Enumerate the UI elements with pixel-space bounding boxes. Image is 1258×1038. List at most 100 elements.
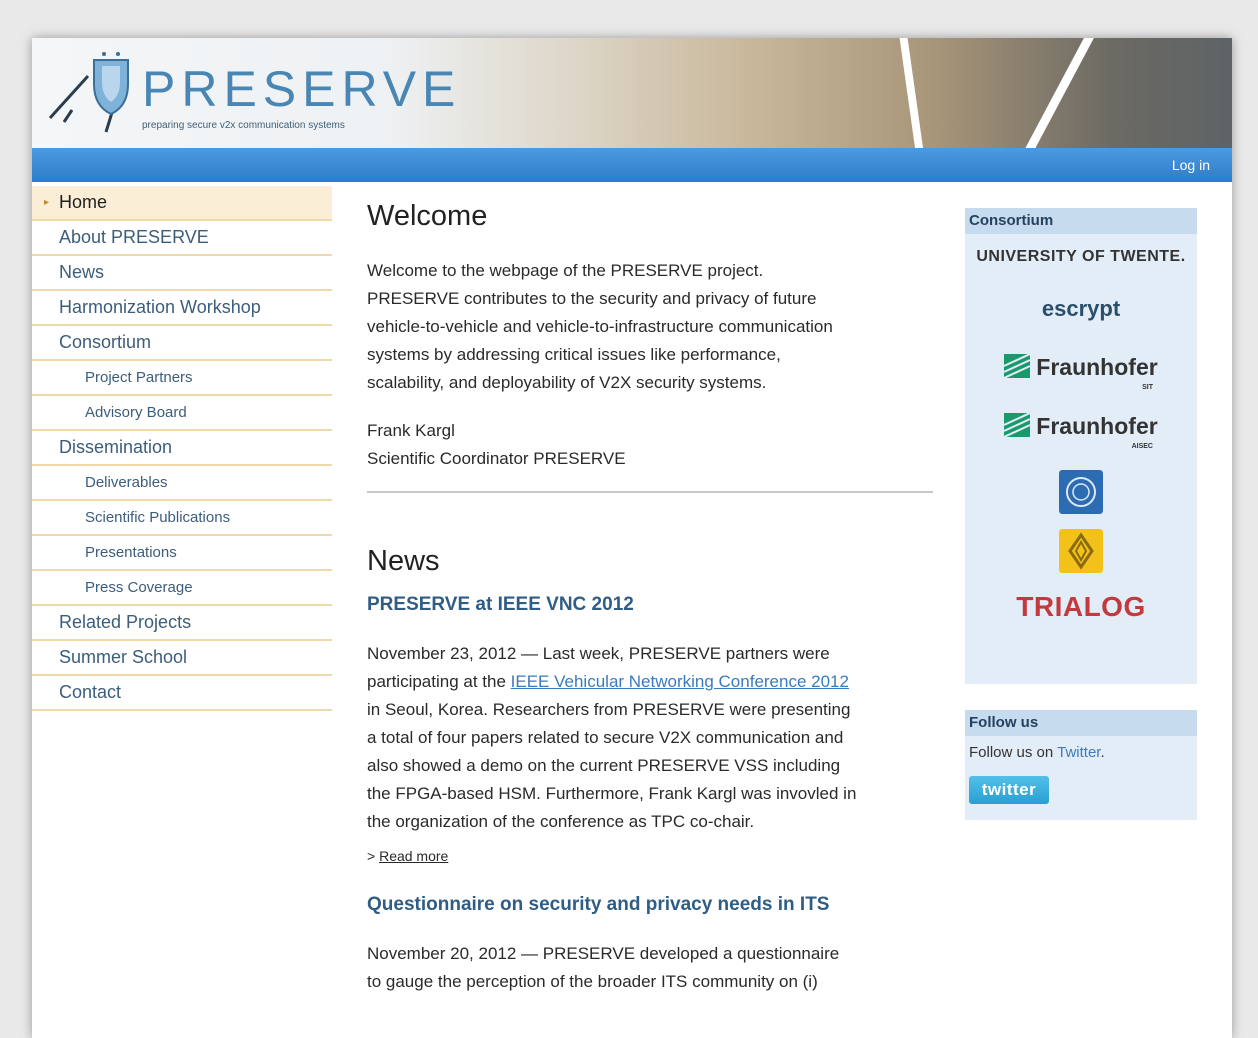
news-heading: News (367, 545, 440, 577)
fraunhofer-sit-logo[interactable]: Fraunhofer SIT (965, 354, 1197, 391)
nav-item[interactable]: ▸ Home (32, 186, 332, 221)
escrypt-logo-text-b: crypt (1066, 296, 1121, 321)
fraunhofer-aisec-text: Fraunhofer (1036, 413, 1158, 439)
read-more-prefix: > (367, 848, 380, 864)
read-more-link[interactable]: Read more (379, 848, 448, 864)
nav-item-label: Deliverables (85, 474, 168, 491)
nav-item[interactable]: Summer School (32, 641, 332, 676)
welcome-line: Welcome to the webpage of the PRESERVE p… (367, 261, 764, 280)
fraunhofer-aisec-logo[interactable]: Fraunhofer AISEC (965, 413, 1197, 450)
signature-role: Scientific Coordinator PRESERVE (367, 449, 626, 468)
active-bullet-icon: ▸ (44, 197, 50, 208)
follow-suffix: . (1100, 744, 1105, 761)
news-line: November 23, 2012 — Last week, PRESERVE … (367, 644, 830, 663)
news-line: the FPGA-based HSM. Furthermore, Frank K… (367, 784, 857, 803)
nav-item[interactable]: Scientific Publications (32, 501, 332, 536)
nav-item-label: About PRESERVE (59, 227, 209, 247)
fraunhofer-sit-text: Fraunhofer (1036, 354, 1158, 380)
twitter-button[interactable]: twitter (969, 776, 1049, 804)
nav-item-label: Dissemination (59, 437, 173, 457)
news-line: the organization of the conference as TP… (367, 812, 755, 831)
fraunhofer-sit-sub: SIT (1142, 384, 1153, 391)
news-line-text: participating at the (367, 672, 511, 691)
fraunhofer-aisec-sub: AISEC (1131, 443, 1153, 450)
nav-item[interactable]: News (32, 256, 332, 291)
news-line: participating at the IEEE Vehicular Netw… (367, 668, 937, 696)
news-line: November 20, 2012 — PRESERVE developed a… (367, 944, 840, 963)
road-line (899, 38, 925, 148)
welcome-line: scalability, and deployability of V2X se… (367, 373, 767, 392)
page: PRESERVE preparing secure v2x communicat… (32, 38, 1232, 1038)
nav-item-label: Scientific Publications (85, 509, 231, 526)
nav-item-label: Project Partners (85, 369, 193, 386)
nav-item-label: Presentations (85, 544, 177, 561)
news-line: also showed a demo on the current PRESER… (367, 756, 841, 775)
nav-item[interactable]: Deliverables (32, 466, 332, 501)
follow-title: Follow us (965, 710, 1197, 736)
trialog-logo[interactable]: TRIALOG (965, 591, 1197, 623)
signature: Frank Kargl Scientific Coordinator PRESE… (367, 417, 937, 473)
university-seal-logo[interactable] (965, 470, 1197, 519)
top-bar: Log in (32, 148, 1232, 182)
nav-item[interactable]: About PRESERVE (32, 221, 332, 256)
site-logo[interactable]: PRESERVE preparing secure v2x communicat… (42, 48, 455, 140)
nav-item-label: Summer School (59, 647, 188, 667)
nav-item-label: News (59, 262, 105, 282)
welcome-line: vehicle-to-vehicle and vehicle-to-infras… (367, 317, 833, 336)
consortium-title: Consortium (965, 208, 1197, 234)
news-line: in Seoul, Korea. Researchers from PRESER… (367, 700, 851, 719)
nav-item-label: Consortium (59, 332, 152, 352)
nav-item-label: Advisory Board (85, 404, 187, 421)
nav-item[interactable]: Harmonization Workshop (32, 291, 332, 326)
nav-item[interactable]: Consortium (32, 326, 332, 361)
follow-text: Follow us on Twitter. (965, 736, 1197, 761)
twente-logo-text: UNIVERSITY OF TWENTE. (976, 248, 1186, 265)
nav-item-label: Press Coverage (85, 579, 193, 596)
nav-item-label: Contact (59, 682, 122, 702)
university-seal-icon (1059, 470, 1103, 514)
news-item-title[interactable]: PRESERVE at IEEE VNC 2012 (367, 594, 937, 616)
shield-logo-icon (48, 52, 129, 133)
nav-item-label: Home (59, 192, 108, 212)
section-divider (367, 491, 933, 493)
welcome-text: Welcome to the webpage of the PRESERVE p… (367, 257, 937, 397)
nav-item[interactable]: Dissemination (32, 431, 332, 466)
nav-item[interactable]: Advisory Board (32, 396, 332, 431)
fraunhofer-icon (1004, 354, 1031, 378)
road-line (1020, 38, 1094, 148)
twitter-text-link[interactable]: Twitter (1057, 744, 1100, 761)
conference-link[interactable]: IEEE Vehicular Networking Conference 201… (511, 672, 849, 691)
nav-item[interactable]: Contact (32, 676, 332, 711)
escrypt-logo[interactable]: escrypt (965, 296, 1197, 322)
follow-prefix: Follow us on (969, 744, 1058, 761)
follow-box: Follow us Follow us on Twitter. twitter (965, 710, 1197, 820)
news-item-body: November 20, 2012 — PRESERVE developed a… (367, 940, 937, 996)
site-header: PRESERVE preparing secure v2x communicat… (32, 38, 1232, 148)
renault-logo[interactable] (965, 529, 1197, 578)
signature-name: Frank Kargl (367, 421, 455, 440)
nav-item[interactable]: Project Partners (32, 361, 332, 396)
welcome-line: systems by addressing critical issues li… (367, 345, 781, 364)
welcome-heading: Welcome (367, 200, 488, 232)
login-link[interactable]: Log in (1172, 157, 1210, 173)
news-line: to gauge the perception of the broader I… (367, 972, 818, 991)
nav-item-label: Harmonization Workshop (59, 297, 261, 317)
consortium-box: Consortium UNIVERSITY OF TWENTE. escrypt… (965, 208, 1197, 684)
welcome-line: PRESERVE contributes to the security and… (367, 289, 817, 308)
renault-diamond-icon (1059, 529, 1103, 573)
twente-logo[interactable]: UNIVERSITY OF TWENTE. (965, 248, 1197, 266)
logo-tagline: preparing secure v2x communication syste… (142, 120, 345, 131)
logo-wordmark: PRESERVE (142, 60, 461, 118)
news-item-title[interactable]: Questionnaire on security and privacy ne… (367, 894, 937, 916)
trialog-logo-text: TRIALOG (1016, 591, 1146, 622)
main-content: Welcome Welcome to the webpage of the PR… (367, 186, 937, 996)
news-item-body: November 23, 2012 — Last week, PRESERVE … (367, 640, 937, 836)
read-more: > Read more (367, 848, 937, 866)
nav-item[interactable]: Press Coverage (32, 571, 332, 606)
escrypt-logo-text-a: es (1041, 296, 1067, 321)
logo-wordmark-text: PRESERVE (142, 61, 462, 117)
nav-item[interactable]: Related Projects (32, 606, 332, 641)
nav-item-label: Related Projects (59, 612, 192, 632)
nav-item[interactable]: Presentations (32, 536, 332, 571)
fraunhofer-icon (1004, 413, 1031, 437)
